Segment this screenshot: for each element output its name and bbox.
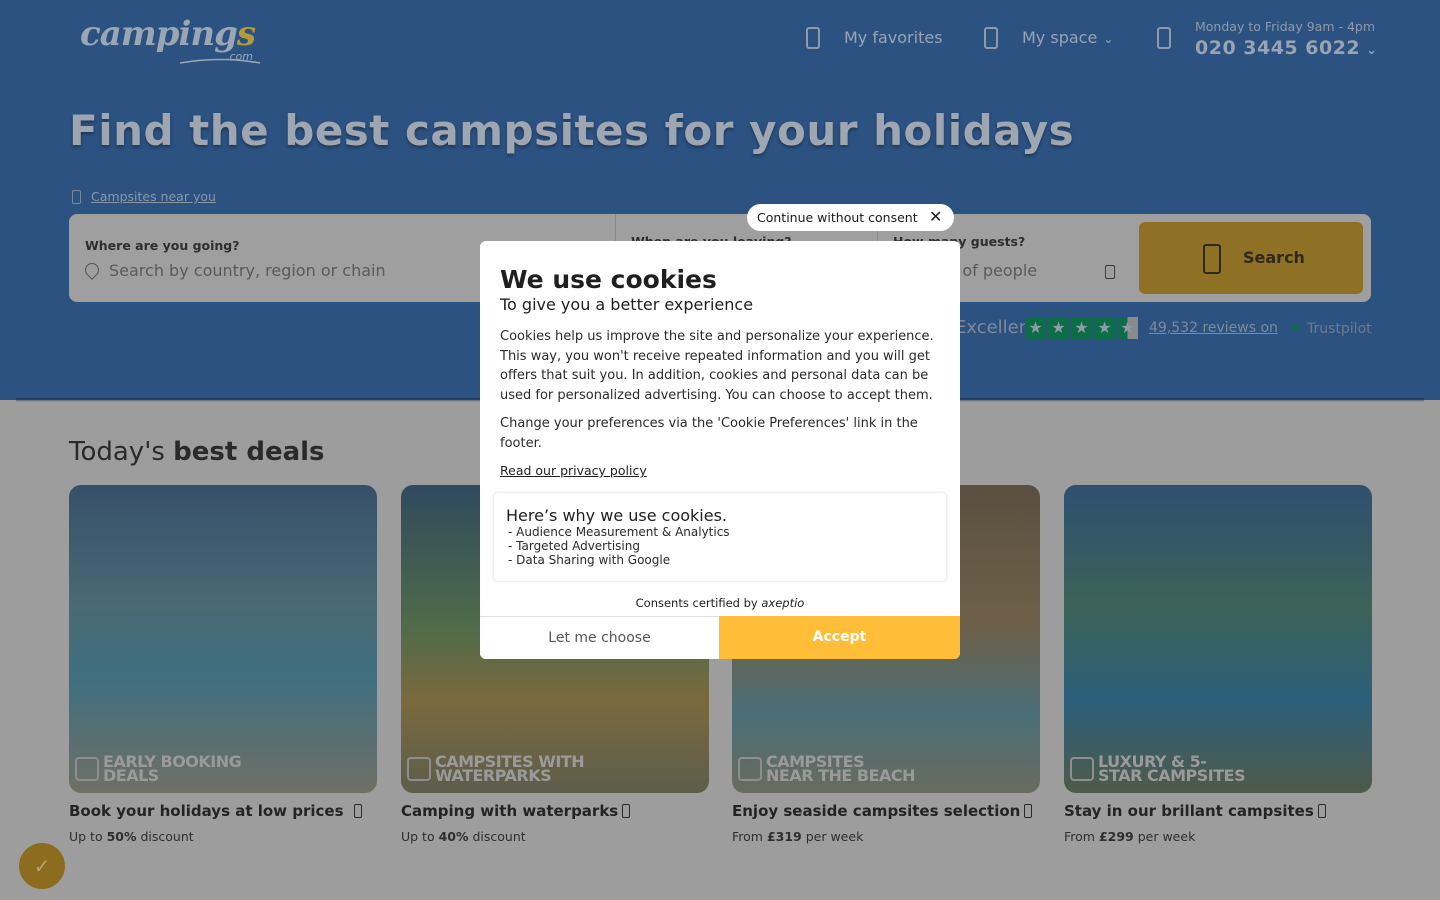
discount-value: 40% xyxy=(438,829,469,844)
purpose-item: - Audience Measurement & Analytics xyxy=(508,525,730,539)
purposes-title: Here’s why we use cookies. xyxy=(506,506,728,525)
card-badge: EARLY BOOKING DEALS xyxy=(103,752,242,785)
consent-certification[interactable]: Consents certified by axeptio xyxy=(480,596,960,610)
deal-card-early-booking[interactable]: EARLY BOOKING DEALS xyxy=(69,485,377,793)
trustpilot-logo[interactable]: Trustpilot xyxy=(1307,321,1372,337)
chevron-down-icon: ⌄ xyxy=(1103,32,1114,46)
card-title-text: Enjoy seaside campsites selection xyxy=(732,802,1021,820)
campings-logo[interactable]: campings .com xyxy=(80,14,265,66)
arrow-icon xyxy=(1024,804,1033,818)
privacy-policy-link[interactable]: Read our privacy policy xyxy=(500,463,647,478)
opening-hours: Monday to Friday 9am - 4pm xyxy=(1195,19,1376,34)
phone-number-text: 020 3445 6022 xyxy=(1195,37,1361,59)
card-badge: LUXURY & 5-STAR CAMPSITES xyxy=(1098,752,1246,785)
cookie-icon: ✓ xyxy=(33,854,51,878)
logo-word: camping xyxy=(80,14,238,54)
arrow-icon xyxy=(622,804,631,818)
search-button-label: Search xyxy=(1243,248,1305,267)
discount-value: 50% xyxy=(106,829,137,844)
phone-number[interactable]: 020 3445 6022 ⌄ xyxy=(1195,37,1378,59)
nav-my-favorites[interactable]: My favorites xyxy=(844,28,943,47)
arrow-icon xyxy=(1317,804,1326,818)
cookie-purposes-box: Here’s why we use cookies. - Audience Me… xyxy=(494,493,946,581)
tag-icon xyxy=(75,757,99,781)
arrow-icon xyxy=(353,804,362,818)
card-title[interactable]: Enjoy seaside campsites selection xyxy=(732,802,1033,820)
phone-icon xyxy=(1157,27,1171,49)
axeptio-logo: axeptio xyxy=(761,596,805,610)
card-title-text: Book your holidays at low prices xyxy=(69,802,344,820)
card-title[interactable]: Book your holidays at low prices xyxy=(69,802,362,820)
trustpilot-star-icon: ★ xyxy=(1289,320,1302,336)
card-badge: CAMPSITES WITH WATERPARKS xyxy=(435,752,585,785)
let-me-choose-button[interactable]: Let me choose xyxy=(480,616,719,659)
nav-my-space[interactable]: My space ⌄ xyxy=(1022,28,1113,47)
reviews-link[interactable]: 49,532 reviews on xyxy=(1149,320,1278,336)
where-label: Where are you going? xyxy=(85,238,240,253)
price-value: £299 xyxy=(1098,829,1134,844)
card-subtitle: Up to 50% discount xyxy=(69,829,194,844)
user-icon[interactable] xyxy=(984,27,998,49)
purpose-item: - Targeted Advertising xyxy=(508,539,640,553)
guests-icon[interactable] xyxy=(1105,265,1115,279)
price-value: £319 xyxy=(766,829,802,844)
star-icon: ★ xyxy=(1048,317,1069,339)
deal-card-luxury[interactable]: LUXURY & 5-STAR CAMPSITES xyxy=(1064,485,1372,793)
heart-icon[interactable] xyxy=(806,27,820,49)
search-icon xyxy=(1203,244,1221,274)
location-icon xyxy=(72,190,81,204)
trustpilot-stars: ★ ★ ★ ★ ★ xyxy=(1025,317,1138,339)
deals-heading: Today's best deals xyxy=(69,437,325,467)
accept-button[interactable]: Accept xyxy=(719,616,960,659)
logo-s: s xyxy=(236,14,256,54)
card-subtitle: Up to 40% discount xyxy=(401,829,526,844)
wave-icon xyxy=(738,757,762,781)
page-title: Find the best campsites for your holiday… xyxy=(69,106,1075,155)
card-title[interactable]: Camping with waterparks xyxy=(401,802,631,820)
continue-without-consent-button[interactable]: Continue without consent ✕ xyxy=(747,204,954,231)
my-space-label: My space xyxy=(1022,28,1098,47)
close-icon: ✕ xyxy=(929,207,943,226)
house-icon xyxy=(1070,757,1094,781)
deals-heading-bold: best deals xyxy=(173,437,325,467)
cookie-preferences-button[interactable]: ✓ xyxy=(19,843,65,889)
star-icon: ★ xyxy=(1094,317,1115,339)
destination-input[interactable]: Search by country, region or chain xyxy=(109,261,386,280)
card-subtitle: From £299 per week xyxy=(1064,829,1196,844)
cookie-modal: We use cookies To give you a better expe… xyxy=(480,241,960,659)
waterslide-icon xyxy=(407,757,431,781)
card-title-text: Stay in our brillant campsites xyxy=(1064,802,1314,820)
chevron-down-icon: ⌄ xyxy=(1366,43,1378,58)
card-title[interactable]: Stay in our brillant campsites xyxy=(1064,802,1326,820)
star-icon: ★ xyxy=(1025,317,1046,339)
search-button[interactable]: Search xyxy=(1139,222,1363,294)
cookie-title: We use cookies xyxy=(500,265,717,294)
card-badge: CAMPSITES NEAR THE BEACH xyxy=(766,752,916,785)
map-pin-icon xyxy=(82,260,102,280)
star-icon: ★ xyxy=(1071,317,1092,339)
campsites-near-you-link[interactable]: Campsites near you xyxy=(91,189,216,204)
cookie-body-preferences: Change your preferences via the 'Cookie … xyxy=(500,416,918,451)
cookie-body: Cookies help us improve the site and per… xyxy=(500,329,934,403)
deals-heading-light: Today's xyxy=(69,437,174,467)
half-star-icon: ★ xyxy=(1117,317,1138,339)
purpose-item: - Data Sharing with Google xyxy=(508,553,671,567)
cookie-subtitle: To give you a better experience xyxy=(500,295,754,314)
continue-without-consent-label: Continue without consent xyxy=(757,210,918,225)
card-subtitle: From £319 per week xyxy=(732,829,864,844)
logo-swoosh-icon xyxy=(180,58,260,64)
card-title-text: Camping with waterparks xyxy=(401,802,619,820)
